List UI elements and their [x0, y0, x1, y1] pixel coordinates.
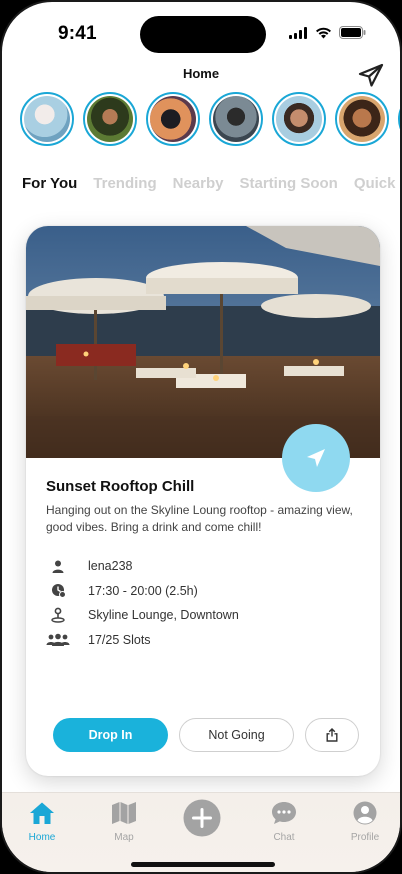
- meta-host: lena238: [46, 554, 239, 579]
- location-arrow-icon: [307, 449, 325, 467]
- send-icon[interactable]: [356, 60, 386, 90]
- phone-screen: 9:41 Home For You Trending Nearby Starti…: [0, 0, 402, 874]
- tabbar-profile-label: Profile: [350, 832, 380, 843]
- home-icon: [30, 802, 54, 824]
- story-avatar[interactable]: [209, 92, 263, 146]
- status-time: 9:41: [58, 23, 97, 44]
- event-title: Sunset Rooftop Chill: [46, 478, 195, 495]
- person-icon: [46, 557, 70, 575]
- tab-trending[interactable]: Trending: [93, 175, 156, 192]
- drop-in-button[interactable]: Drop In: [53, 718, 168, 752]
- event-description: Hanging out on the Skyline Loung rooftop…: [46, 503, 353, 534]
- event-photo: [26, 226, 380, 458]
- event-card[interactable]: Sunset Rooftop Chill Hanging out on the …: [26, 226, 380, 776]
- tabbar-home[interactable]: Home: [10, 801, 74, 843]
- status-bar: 9:41: [2, 2, 400, 62]
- event-actions: Drop In Not Going: [53, 718, 359, 752]
- share-button[interactable]: [305, 718, 359, 752]
- tabbar-map[interactable]: Map: [92, 801, 156, 843]
- share-icon: [326, 728, 338, 742]
- tabbar-map-label: Map: [114, 832, 134, 843]
- plus-icon: [183, 799, 221, 837]
- tab-quick[interactable]: Quick: [354, 175, 396, 192]
- tabbar-home-label: Home: [28, 832, 56, 843]
- not-going-button[interactable]: Not Going: [179, 718, 294, 752]
- story-avatar[interactable]: [20, 92, 74, 146]
- signal-icon: [289, 26, 307, 39]
- battery-icon: [339, 26, 366, 39]
- location-pin-icon: [46, 606, 70, 624]
- group-icon: [46, 631, 70, 649]
- dynamic-island: [140, 16, 266, 53]
- tabbar-profile[interactable]: Profile: [333, 801, 397, 843]
- profile-icon: [353, 801, 377, 825]
- tabbar-chat-label: Chat: [273, 832, 295, 843]
- tab-nearby[interactable]: Nearby: [173, 175, 224, 192]
- meta-slots: 17/25 Slots: [46, 628, 239, 653]
- meta-slots-text: 17/25 Slots: [88, 632, 151, 647]
- meta-time-text: 17:30 - 20:00 (2.5h): [88, 583, 198, 598]
- navigate-button[interactable]: [282, 424, 350, 492]
- story-avatar[interactable]: [335, 92, 389, 146]
- status-icons: [289, 26, 366, 39]
- tab-for-you[interactable]: For You: [22, 175, 77, 192]
- story-avatar[interactable]: [398, 92, 400, 146]
- feed-tabs: For You Trending Nearby Starting Soon Qu…: [22, 175, 396, 192]
- meta-host-text: lena238: [88, 559, 133, 574]
- story-avatar[interactable]: [146, 92, 200, 146]
- clock-check-icon: [46, 582, 70, 600]
- event-meta: lena238 17:30 - 20:00 (2.5h) Skyline Lou…: [46, 554, 239, 652]
- stories-row: [20, 92, 400, 146]
- meta-location-text: Skyline Lounge, Downtown: [88, 608, 239, 623]
- meta-time: 17:30 - 20:00 (2.5h): [46, 579, 239, 604]
- wifi-icon: [316, 27, 331, 38]
- page-title: Home: [182, 66, 220, 81]
- map-icon: [112, 802, 136, 824]
- meta-location: Skyline Lounge, Downtown: [46, 603, 239, 628]
- story-avatar[interactable]: [272, 92, 326, 146]
- tab-starting-soon[interactable]: Starting Soon: [239, 175, 337, 192]
- tabbar-chat[interactable]: Chat: [252, 801, 316, 843]
- tabbar-create[interactable]: [170, 799, 234, 842]
- home-indicator: [131, 862, 275, 867]
- chat-icon: [272, 802, 296, 824]
- story-avatar[interactable]: [83, 92, 137, 146]
